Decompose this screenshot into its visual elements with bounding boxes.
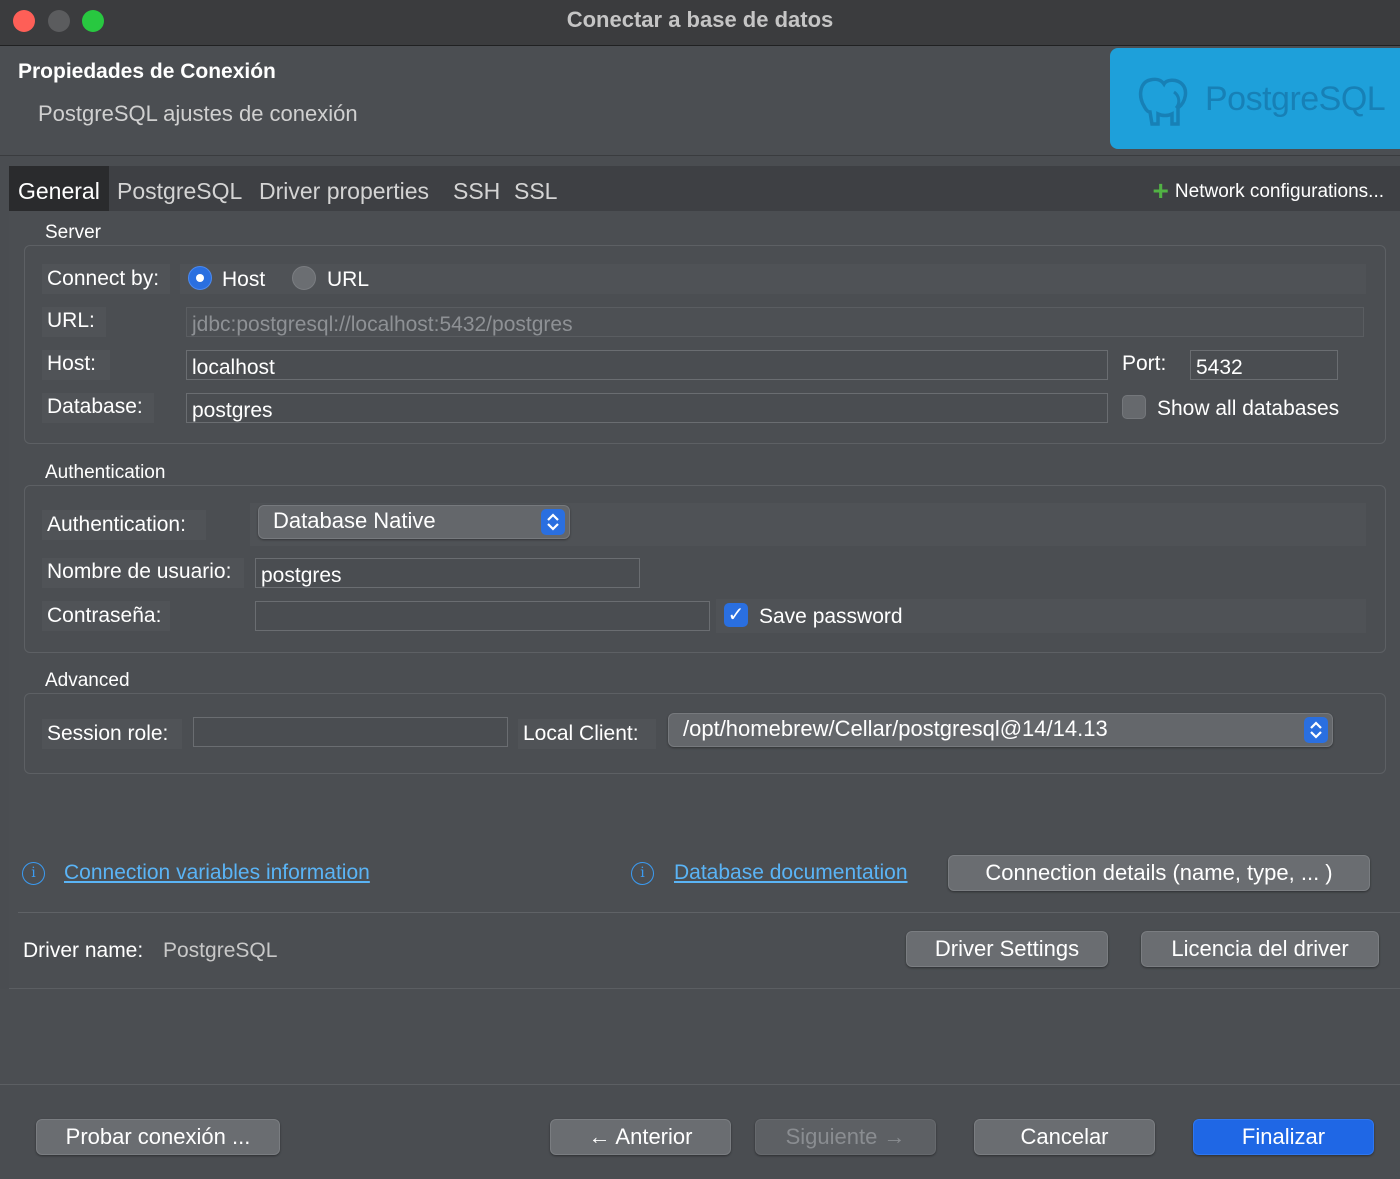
select-arrows-icon xyxy=(541,509,565,535)
finish-button[interactable]: Finalizar xyxy=(1193,1119,1374,1155)
dialog-header: Propiedades de Conexión PostgreSQL ajust… xyxy=(0,46,1400,156)
tab-ssh[interactable]: SSH xyxy=(453,166,500,211)
elephant-icon xyxy=(1138,77,1188,126)
password-field[interactable] xyxy=(255,601,710,631)
postgresql-logo: PostgreSQL xyxy=(1110,48,1400,149)
tab-general[interactable]: General xyxy=(9,166,109,211)
authentication-select[interactable]: Database Native xyxy=(258,505,570,539)
local-client-select[interactable]: /opt/homebrew/Cellar/postgresql@14/14.13 xyxy=(668,713,1333,747)
authentication-group-label: Authentication xyxy=(45,462,166,483)
authentication-select-value: Database Native xyxy=(273,508,436,533)
url-label: URL: xyxy=(47,309,95,332)
test-connection-button[interactable]: Probar conexión ... xyxy=(36,1119,280,1155)
show-all-databases-label[interactable]: Show all databases xyxy=(1157,397,1339,421)
driver-settings-button[interactable]: Driver Settings xyxy=(906,931,1108,967)
next-button[interactable]: Siguiente → xyxy=(755,1119,936,1155)
session-role-field[interactable] xyxy=(193,717,508,747)
driver-license-button[interactable]: Licencia del driver xyxy=(1141,931,1379,967)
url-field[interactable]: jdbc:postgresql://localhost:5432/postgre… xyxy=(186,307,1364,337)
back-button[interactable]: ← Anterior xyxy=(550,1119,731,1155)
save-password-label[interactable]: Save password xyxy=(759,605,903,629)
database-label: Database: xyxy=(47,395,143,418)
tab-postgresql[interactable]: PostgreSQL xyxy=(117,166,242,211)
connection-variables-link[interactable]: Connection variables information xyxy=(64,861,370,885)
username-label: Nombre de usuario: xyxy=(47,560,232,583)
password-label: Contraseña: xyxy=(47,604,162,627)
header-subtitle: PostgreSQL ajustes de conexión xyxy=(38,101,358,126)
tab-ssl[interactable]: SSL xyxy=(514,166,557,211)
info-icon: i xyxy=(631,862,654,885)
host-field[interactable]: localhost xyxy=(186,350,1108,380)
plus-icon: + xyxy=(1152,175,1169,206)
lower-panel xyxy=(0,989,1400,1085)
connection-details-button[interactable]: Connection details (name, type, ... ) xyxy=(948,855,1370,891)
tab-driver-properties[interactable]: Driver properties xyxy=(259,166,429,211)
host-radio[interactable] xyxy=(188,266,212,290)
driver-name-label: Driver name: xyxy=(23,939,144,962)
authentication-label: Authentication: xyxy=(47,513,186,536)
network-configurations-label: Network configurations... xyxy=(1174,181,1384,202)
title-bar: Conectar a base de datos xyxy=(0,0,1400,46)
server-group-label: Server xyxy=(45,222,101,243)
database-field[interactable]: postgres xyxy=(186,393,1108,423)
info-icon: i xyxy=(22,862,45,885)
cancel-button[interactable]: Cancelar xyxy=(974,1119,1155,1155)
network-configurations-button[interactable]: + Network configurations... xyxy=(1153,175,1384,207)
driver-name-value: PostgreSQL xyxy=(163,939,278,962)
username-field[interactable]: postgres xyxy=(255,558,640,588)
url-radio-label[interactable]: URL xyxy=(327,268,369,292)
divider xyxy=(18,912,1400,913)
connect-by-label: Connect by: xyxy=(47,267,160,290)
local-client-select-value: /opt/homebrew/Cellar/postgresql@14/14.13 xyxy=(683,716,1108,741)
local-client-label: Local Client: xyxy=(523,722,639,745)
database-documentation-link[interactable]: Database documentation xyxy=(674,861,908,885)
tab-bar: General PostgreSQL Driver properties SSH… xyxy=(9,166,1400,211)
show-all-databases-checkbox[interactable] xyxy=(1122,395,1146,419)
host-label: Host: xyxy=(47,352,97,375)
host-radio-label[interactable]: Host xyxy=(222,268,265,292)
save-password-checkbox[interactable]: ✓ xyxy=(724,603,748,627)
port-label: Port: xyxy=(1122,352,1167,375)
header-title: Propiedades de Conexión xyxy=(18,60,276,83)
session-role-label: Session role: xyxy=(47,722,169,745)
window-title: Conectar a base de datos xyxy=(566,7,834,32)
logo-text: PostgreSQL xyxy=(1205,80,1386,118)
select-arrows-icon xyxy=(1304,717,1328,743)
advanced-group-label: Advanced xyxy=(45,670,130,691)
url-radio[interactable] xyxy=(292,266,316,290)
port-field[interactable]: 5432 xyxy=(1190,350,1338,380)
